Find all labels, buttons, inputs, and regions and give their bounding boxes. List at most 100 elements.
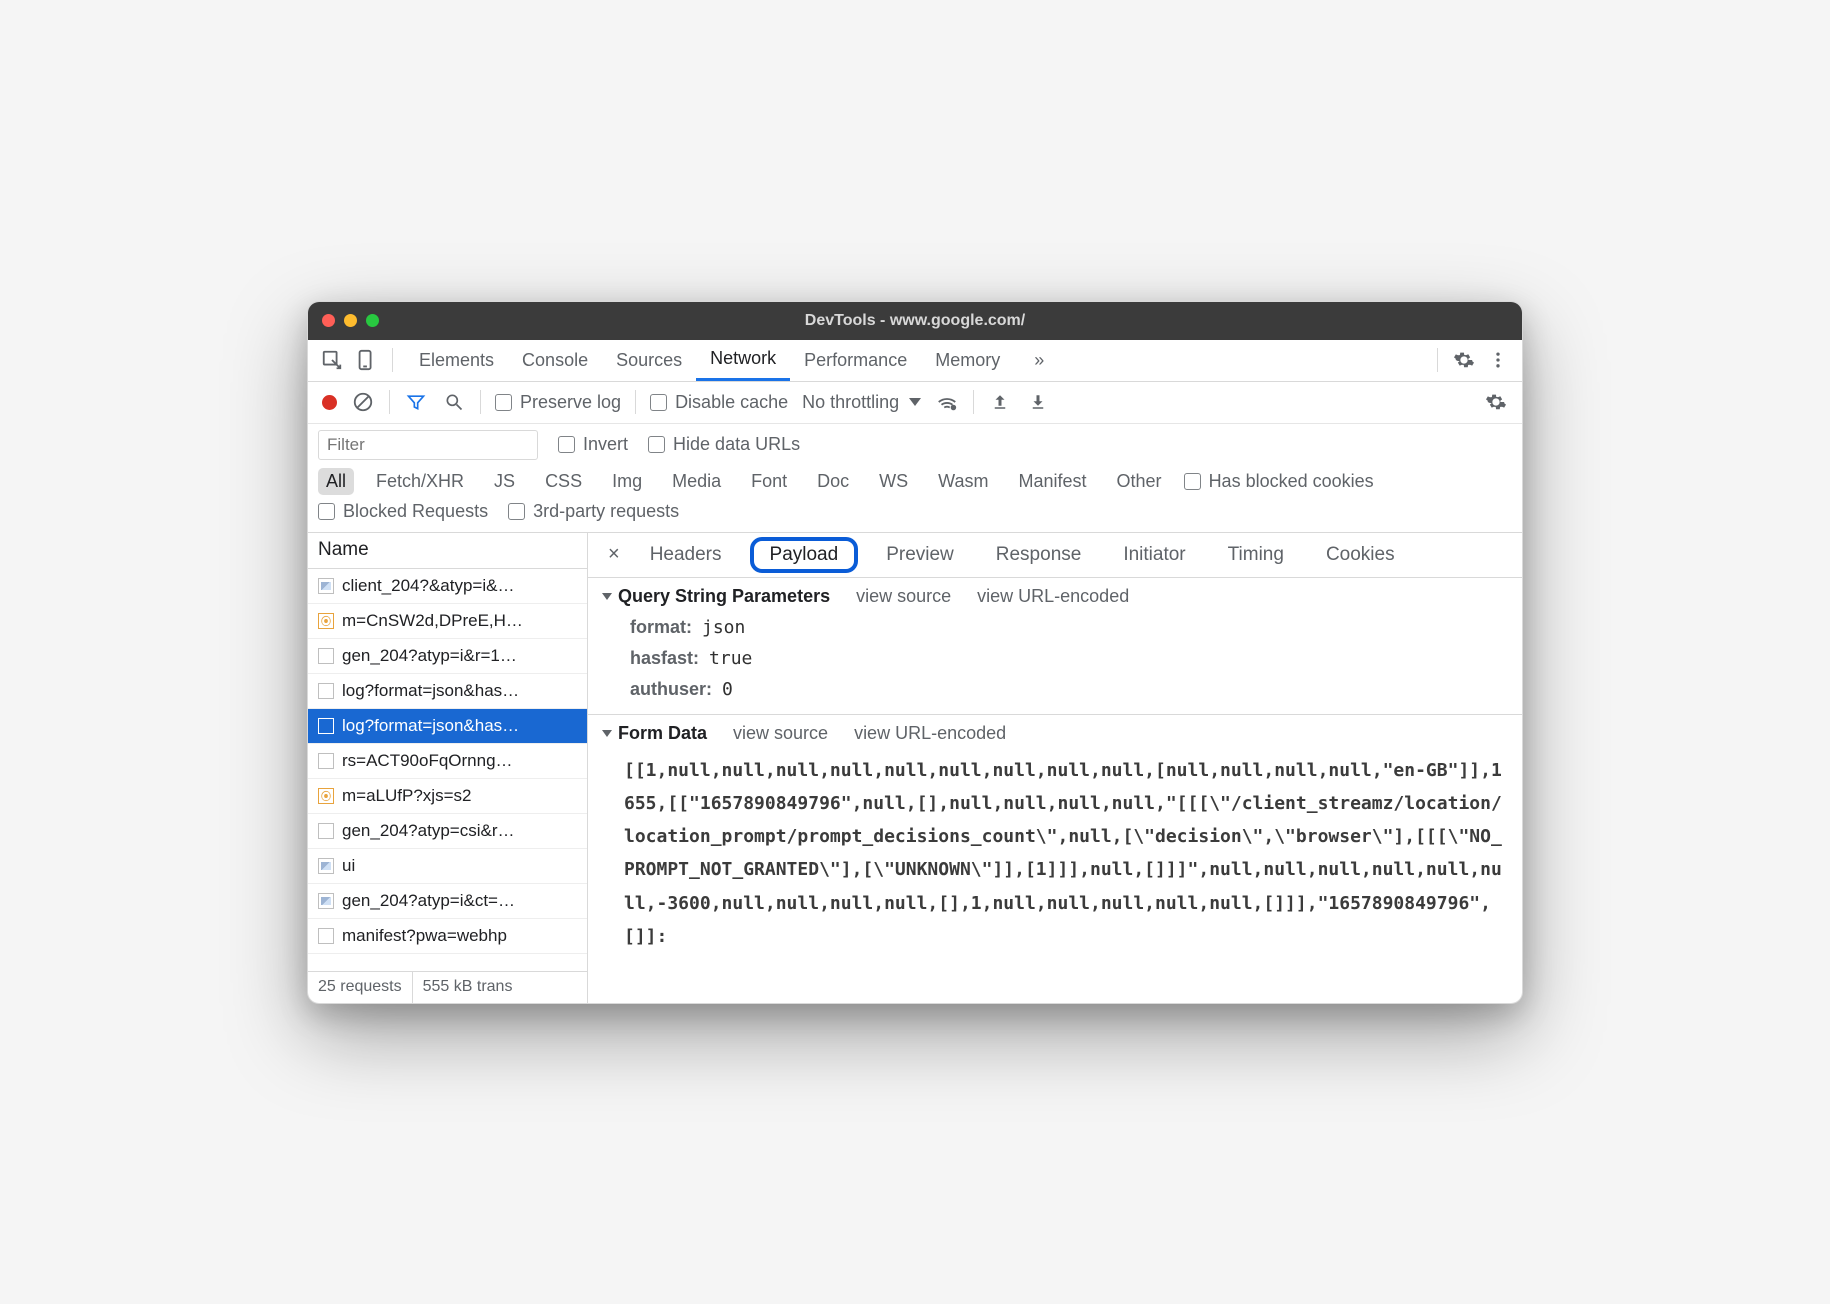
settings-gear-icon[interactable] (1484, 390, 1508, 414)
filter-type-manifest[interactable]: Manifest (1011, 468, 1095, 495)
download-har-icon[interactable] (1026, 390, 1050, 414)
form-section-toggle[interactable]: Form Data (602, 723, 707, 744)
has-blocked-cookies-checkbox[interactable]: Has blocked cookies (1184, 471, 1374, 492)
request-row[interactable]: manifest?pwa=webhp (308, 919, 587, 954)
zoom-window-icon[interactable] (366, 314, 379, 327)
param-value: json (702, 617, 745, 638)
query-view-url-encoded-link[interactable]: view URL-encoded (977, 586, 1129, 607)
traffic-lights (322, 314, 379, 327)
form-data-section: Form Data view source view URL-encoded [… (588, 715, 1522, 968)
request-name: log?format=json&has… (342, 681, 519, 701)
invert-checkbox[interactable]: Invert (558, 434, 628, 455)
request-name: log?format=json&has… (342, 716, 519, 736)
query-section-toggle[interactable]: Query String Parameters (602, 586, 830, 607)
overflow-tabs[interactable]: » (1020, 339, 1058, 381)
device-toolbar-icon[interactable] (352, 346, 380, 374)
disable-cache-checkbox[interactable]: Disable cache (650, 392, 788, 413)
panel-tabs: ElementsConsoleSourcesNetworkPerformance… (308, 340, 1522, 382)
record-icon[interactable] (322, 395, 337, 410)
preserve-log-checkbox[interactable]: Preserve log (495, 392, 621, 413)
detail-tab-initiator[interactable]: Initiator (1109, 540, 1199, 570)
separator (480, 390, 481, 414)
checkbox-icon[interactable] (318, 503, 335, 520)
request-row[interactable]: gen_204?atyp=i&ct=… (308, 884, 587, 919)
tab-console[interactable]: Console (508, 339, 602, 381)
filter-type-doc[interactable]: Doc (809, 468, 857, 495)
search-icon[interactable] (442, 390, 466, 414)
inspect-element-icon[interactable] (318, 346, 346, 374)
filter-type-media[interactable]: Media (664, 468, 729, 495)
detail-tab-payload[interactable]: Payload (750, 537, 859, 573)
form-section-title: Form Data (618, 723, 707, 744)
form-view-source-link[interactable]: view source (733, 723, 828, 744)
tab-memory[interactable]: Memory (921, 339, 1014, 381)
tab-sources[interactable]: Sources (602, 339, 696, 381)
checkbox-icon[interactable] (650, 394, 667, 411)
request-name: client_204?&atyp=i&… (342, 576, 514, 596)
hide-data-urls-label: Hide data URLs (673, 434, 800, 455)
checkbox-icon[interactable] (648, 436, 665, 453)
request-name: rs=ACT90oFqOrnng… (342, 751, 513, 771)
caret-down-icon (602, 730, 612, 737)
request-row[interactable]: ui (308, 849, 587, 884)
request-row[interactable]: client_204?&atyp=i&… (308, 569, 587, 604)
request-row[interactable]: ⦿m=aLUfP?xjs=s2 (308, 779, 587, 814)
caret-down-icon (602, 593, 612, 600)
detail-tab-headers[interactable]: Headers (636, 540, 736, 570)
checkbox-icon[interactable] (558, 436, 575, 453)
doc-file-icon (318, 648, 334, 664)
blocked-requests-checkbox[interactable]: Blocked Requests (318, 501, 488, 522)
filter-type-img[interactable]: Img (604, 468, 650, 495)
filter-input[interactable] (318, 430, 538, 460)
filter-type-ws[interactable]: WS (871, 468, 916, 495)
request-row[interactable]: ⦿m=CnSW2d,DPreE,H… (308, 604, 587, 639)
filter-type-all[interactable]: All (318, 468, 354, 495)
tab-network[interactable]: Network (696, 339, 790, 381)
detail-tab-response[interactable]: Response (982, 540, 1096, 570)
filter-type-js[interactable]: JS (486, 468, 523, 495)
request-row[interactable]: gen_204?atyp=csi&r… (308, 814, 587, 849)
hide-data-urls-checkbox[interactable]: Hide data URLs (648, 434, 800, 455)
separator (635, 390, 636, 414)
detail-tab-preview[interactable]: Preview (872, 540, 968, 570)
detail-tab-timing[interactable]: Timing (1214, 540, 1298, 570)
filter-type-fetch-xhr[interactable]: Fetch/XHR (368, 468, 472, 495)
disable-cache-label: Disable cache (675, 392, 788, 413)
filter-type-font[interactable]: Font (743, 468, 795, 495)
separator (1437, 348, 1438, 372)
network-conditions-icon[interactable] (935, 390, 959, 414)
request-row[interactable]: rs=ACT90oFqOrnng… (308, 744, 587, 779)
request-row[interactable]: log?format=json&has… (308, 674, 587, 709)
throttling-select[interactable]: No throttling (802, 392, 921, 413)
status-requests: 25 requests (308, 972, 413, 1003)
status-bar: 25 requests 555 kB trans (308, 971, 587, 1003)
query-view-source-link[interactable]: view source (856, 586, 951, 607)
settings-gear-icon[interactable] (1450, 346, 1478, 374)
close-window-icon[interactable] (322, 314, 335, 327)
form-view-url-encoded-link[interactable]: view URL-encoded (854, 723, 1006, 744)
filter-type-wasm[interactable]: Wasm (930, 468, 996, 495)
doc-file-icon (318, 683, 334, 699)
filter-type-css[interactable]: CSS (537, 468, 590, 495)
minimize-window-icon[interactable] (344, 314, 357, 327)
clear-icon[interactable] (351, 390, 375, 414)
checkbox-icon[interactable] (508, 503, 525, 520)
upload-har-icon[interactable] (988, 390, 1012, 414)
close-icon[interactable]: × (602, 543, 626, 566)
filter-icon[interactable] (404, 390, 428, 414)
param-value: 0 (722, 679, 733, 700)
param-key: hasfast: (630, 648, 699, 669)
request-name: m=aLUfP?xjs=s2 (342, 786, 471, 806)
separator (389, 390, 390, 414)
tab-performance[interactable]: Performance (790, 339, 921, 381)
tab-elements[interactable]: Elements (405, 339, 508, 381)
detail-tab-cookies[interactable]: Cookies (1312, 540, 1409, 570)
kebab-menu-icon[interactable] (1484, 346, 1512, 374)
checkbox-icon[interactable] (1184, 473, 1201, 490)
request-row[interactable]: gen_204?atyp=i&r=1… (308, 639, 587, 674)
filter-type-other[interactable]: Other (1109, 468, 1170, 495)
checkbox-icon[interactable] (495, 394, 512, 411)
request-row[interactable]: log?format=json&has… (308, 709, 587, 744)
third-party-checkbox[interactable]: 3rd-party requests (508, 501, 679, 522)
requests-header[interactable]: Name (308, 533, 587, 569)
